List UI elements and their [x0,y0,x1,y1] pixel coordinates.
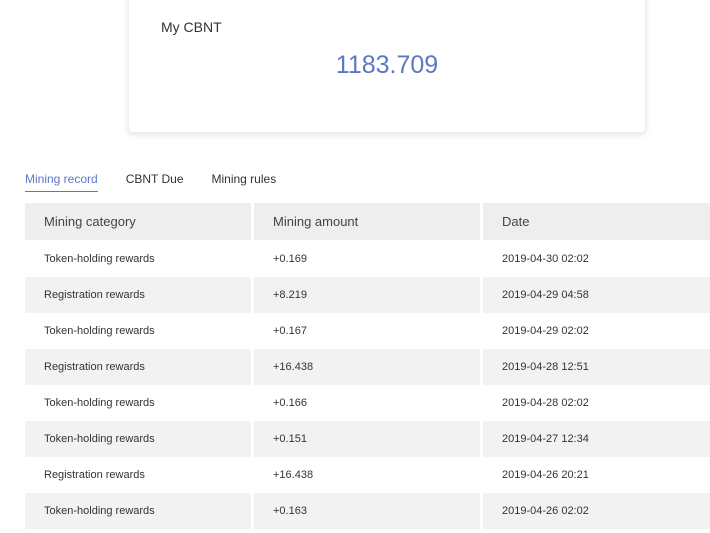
table-row: Token-holding rewards +0.166 2019-04-28 … [25,385,710,421]
column-header-category: Mining category [25,203,251,240]
amount-cell: +0.167 [273,325,307,337]
tab-cbnt-due[interactable]: CBNT Due [126,172,184,192]
date-cell: 2019-04-28 12:51 [483,349,710,385]
tab-mining-record[interactable]: Mining record [25,172,98,192]
amount-cell: +0.169 [273,253,307,265]
balance-label: My CBNT [161,19,222,35]
table-header-row: Mining category Mining amount Date [25,203,710,240]
category-cell: Token-holding rewards [44,253,155,265]
balance-card: My CBNT 1183.709 [128,0,646,133]
tab-bar: Mining record CBNT Due Mining rules [25,172,304,192]
date-cell: 2019-04-26 02:02 [483,493,710,529]
table-row: Token-holding rewards +0.163 2019-04-26 … [25,493,710,529]
amount-cell: +0.151 [254,421,480,457]
category-cell: Registration rewards [44,469,145,481]
category-cell: Token-holding rewards [25,493,251,529]
table-row: Registration rewards +16.438 2019-04-28 … [25,349,710,385]
table-row: Token-holding rewards +0.167 2019-04-29 … [25,313,710,349]
category-cell: Registration rewards [25,277,251,313]
column-header-date: Date [483,203,710,240]
table-row: Token-holding rewards +0.169 2019-04-30 … [25,241,710,277]
amount-cell: +0.166 [273,397,307,409]
date-cell: 2019-04-29 02:02 [502,325,589,337]
tab-mining-rules[interactable]: Mining rules [212,172,277,192]
category-cell: Token-holding rewards [44,325,155,337]
date-cell: 2019-04-28 02:02 [502,397,589,409]
mining-page: My CBNT 1183.709 Mining record CBNT Due … [0,0,710,533]
table-row: Registration rewards +8.219 2019-04-29 0… [25,277,710,313]
date-cell: 2019-04-30 02:02 [502,253,589,265]
amount-cell: +0.163 [254,493,480,529]
category-cell: Token-holding rewards [25,421,251,457]
amount-cell: +16.438 [254,349,480,385]
column-header-amount: Mining amount [254,203,480,240]
category-cell: Token-holding rewards [44,397,155,409]
balance-value: 1183.709 [335,51,439,79]
table-row: Token-holding rewards +0.151 2019-04-27 … [25,421,710,457]
amount-cell: +8.219 [254,277,480,313]
date-cell: 2019-04-29 04:58 [483,277,710,313]
amount-cell: +16.438 [273,469,314,481]
category-cell: Registration rewards [25,349,251,385]
date-cell: 2019-04-26 20:21 [502,469,589,481]
mining-record-table: Mining category Mining amount Date Token… [25,203,710,529]
date-cell: 2019-04-27 12:34 [483,421,710,457]
table-row: Registration rewards +16.438 2019-04-26 … [25,457,710,493]
